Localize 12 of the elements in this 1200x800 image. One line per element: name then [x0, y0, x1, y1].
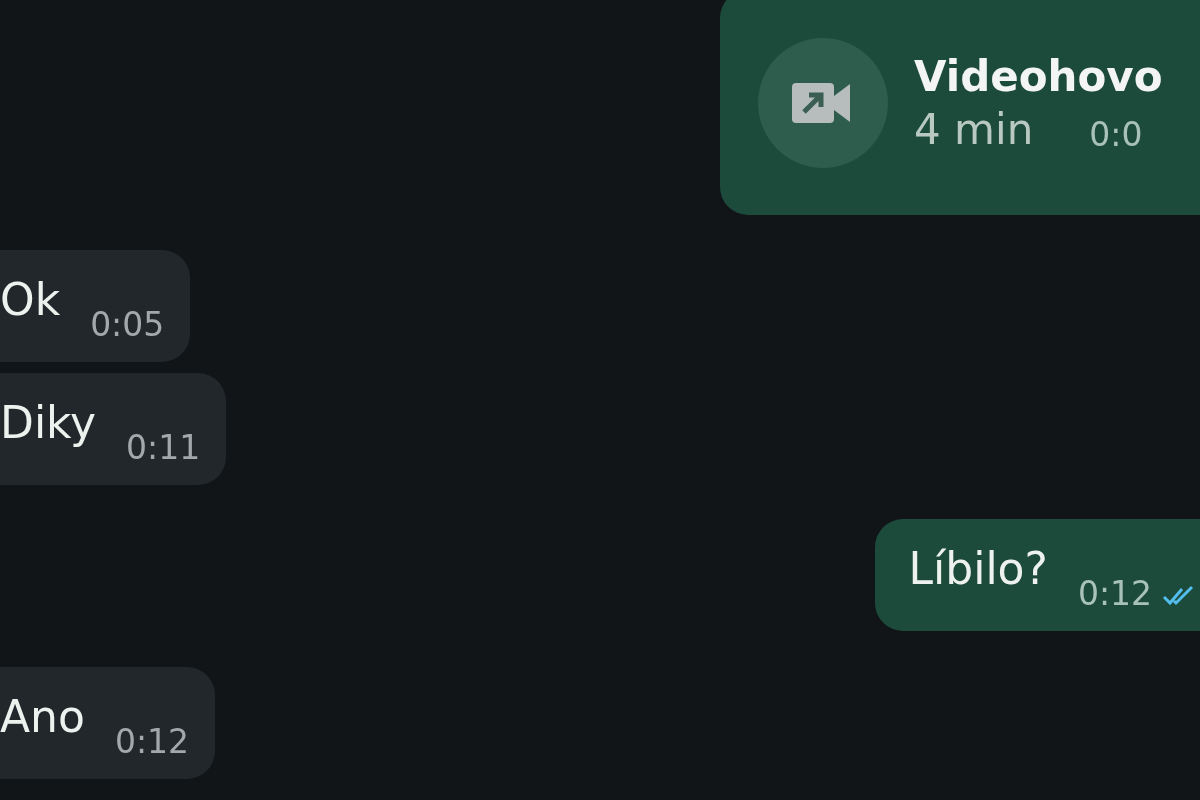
message-text: Líbilo?	[908, 542, 1048, 594]
message-time: 0:05	[90, 305, 165, 344]
call-duration: 4 min	[914, 104, 1034, 154]
message-time: 0:0	[1089, 114, 1143, 154]
call-bubble[interactable]: Videohovo 4 min 0:0	[720, 0, 1200, 215]
message-text: Ano	[0, 690, 85, 742]
message-time: 0:11	[126, 428, 201, 467]
message-time: 0:12	[1077, 574, 1152, 613]
message-text: Diky	[0, 396, 97, 448]
message-text: Ok	[0, 273, 61, 325]
message-time: 0:12	[114, 722, 189, 761]
call-title: Videohovo	[914, 51, 1163, 101]
